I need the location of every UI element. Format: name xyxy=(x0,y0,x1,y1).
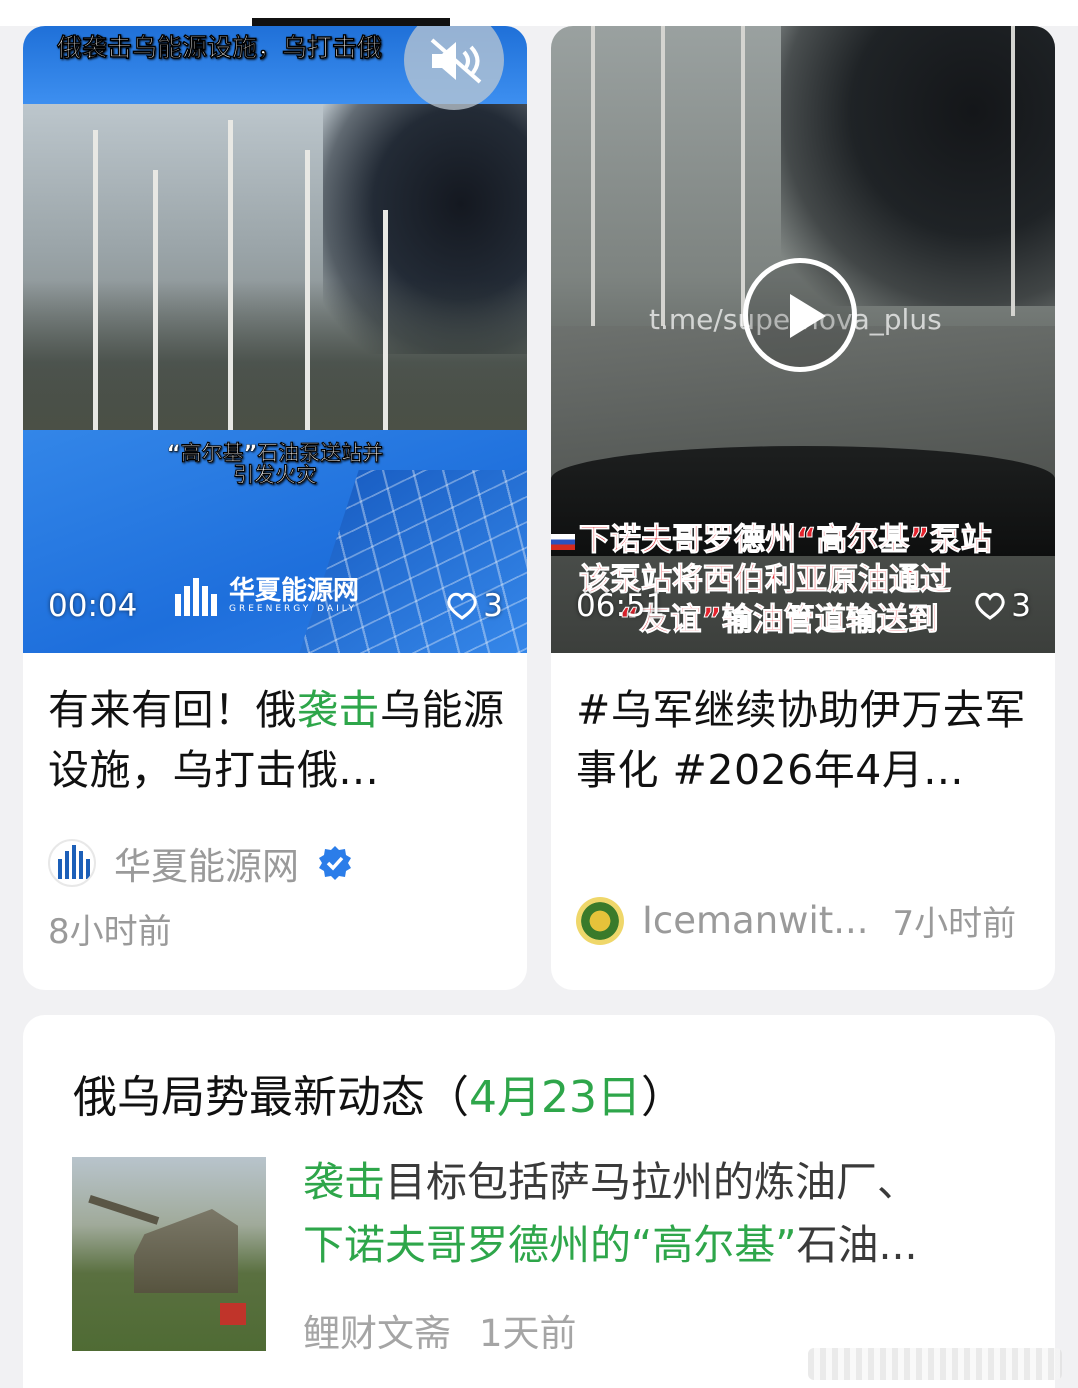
card-title[interactable]: 有来有回！俄袭击乌能源设施，乌打击俄... xyxy=(48,680,508,800)
like-count[interactable]: 3 xyxy=(975,588,1031,624)
news-meta: 鲤财文斋 1天前 xyxy=(303,1303,577,1357)
play-button[interactable] xyxy=(743,258,857,372)
tank-gun xyxy=(88,1194,160,1225)
avatar[interactable] xyxy=(576,896,624,945)
news-highlight: 袭击 xyxy=(303,1158,385,1206)
video-scene xyxy=(23,104,527,430)
video-duration: 06:51 xyxy=(576,588,666,624)
generator xyxy=(220,1303,246,1325)
author-row[interactable]: Icemanwit... 7小时前 xyxy=(576,896,1016,945)
logo-subtext: GREENERGY DAILY xyxy=(229,604,358,614)
post-time: 8小时前 xyxy=(48,912,172,952)
mute-icon xyxy=(430,38,482,84)
video-duration: 00:04 xyxy=(48,588,138,624)
brand-logo: 华夏能源网 GREENERGY DAILY xyxy=(173,576,359,616)
news-summary[interactable]: 袭击目标包括萨马拉州的炼油厂、 下诺夫哥罗德州的“高尔基”石油... xyxy=(303,1151,1003,1277)
video-thumbnail[interactable]: 俄袭击乌能源设施，乌打击俄 “高尔基”石油泵送站并 引发火灾 华夏能源网 GRE… xyxy=(23,26,527,653)
video-thumbnail[interactable]: t.me/supernova_plus 下诺夫哥罗德州“高尔基”泵站 该泵站将西… xyxy=(551,26,1055,653)
title-highlight: 袭击 xyxy=(297,686,380,734)
tree xyxy=(383,210,388,430)
news-time: 1天前 xyxy=(479,1312,577,1355)
author-name[interactable]: Icemanwit... xyxy=(642,899,869,942)
video-subtitle-line2: 引发火灾 xyxy=(233,463,317,487)
video-card-1[interactable]: 俄袭击乌能源设施，乌打击俄 “高尔基”石油泵送站并 引发火灾 华夏能源网 GRE… xyxy=(23,26,527,990)
foliage xyxy=(23,280,527,430)
heart-icon xyxy=(447,592,477,620)
news-text: 石油... xyxy=(796,1221,918,1269)
like-count[interactable]: 3 xyxy=(447,588,503,624)
news-title[interactable]: 俄乌局势最新动态（4月23日） xyxy=(73,1061,685,1125)
logo-text: 华夏能源网 xyxy=(229,576,360,606)
tree xyxy=(305,150,310,430)
author-row[interactable]: 华夏能源网 xyxy=(48,836,353,890)
news-title-text: ） xyxy=(640,1072,685,1123)
like-count-value: 3 xyxy=(483,588,503,624)
news-source[interactable]: 鲤财文斋 xyxy=(303,1303,451,1357)
russia-flag-icon xyxy=(551,533,575,550)
solar-panels xyxy=(287,470,527,653)
avatar[interactable] xyxy=(48,839,96,887)
news-highlight: 下诺夫哥罗德州的“高尔基” xyxy=(303,1221,797,1269)
status-notch xyxy=(252,18,450,26)
tree xyxy=(228,120,233,430)
video-caption-top: 俄袭击乌能源设施，乌打击俄 xyxy=(57,33,383,63)
top-strip xyxy=(0,0,1078,26)
news-title-date: 4月23日 xyxy=(469,1072,641,1123)
verified-icon xyxy=(319,846,351,880)
tree xyxy=(153,170,158,430)
red-caption-text: 下诺夫哥罗德州“高尔基”泵站 xyxy=(579,522,993,559)
like-count-value: 3 xyxy=(1011,588,1031,624)
title-text: 有来有回！俄 xyxy=(48,686,297,734)
news-card[interactable]: 俄乌局势最新动态（4月23日） 袭击目标包括萨马拉州的炼油厂、 下诺夫哥罗德州的… xyxy=(23,1015,1055,1388)
heart-icon xyxy=(975,592,1005,620)
author-name[interactable]: 华夏能源网 xyxy=(114,836,299,890)
tree xyxy=(93,130,98,430)
news-thumbnail[interactable] xyxy=(72,1157,266,1351)
news-text: 目标包括萨马拉州的炼油厂、 xyxy=(385,1158,918,1206)
tree xyxy=(1011,26,1015,316)
card-title[interactable]: #乌军继续协助伊万去军事化 #2026年4月... xyxy=(576,680,1036,800)
video-subtitle-line1: “高尔基”石油泵送站并 xyxy=(166,441,384,465)
gesture-bar xyxy=(808,1348,1062,1380)
news-title-text: 俄乌局势最新动态（ xyxy=(73,1072,469,1123)
post-time: 7小时前 xyxy=(892,904,1017,944)
red-caption-line1: 下诺夫哥罗德州“高尔基”泵站 xyxy=(551,520,1055,560)
video-card-2[interactable]: t.me/supernova_plus 下诺夫哥罗德州“高尔基”泵站 该泵站将西… xyxy=(551,26,1055,990)
logo-mark-icon xyxy=(173,576,221,616)
